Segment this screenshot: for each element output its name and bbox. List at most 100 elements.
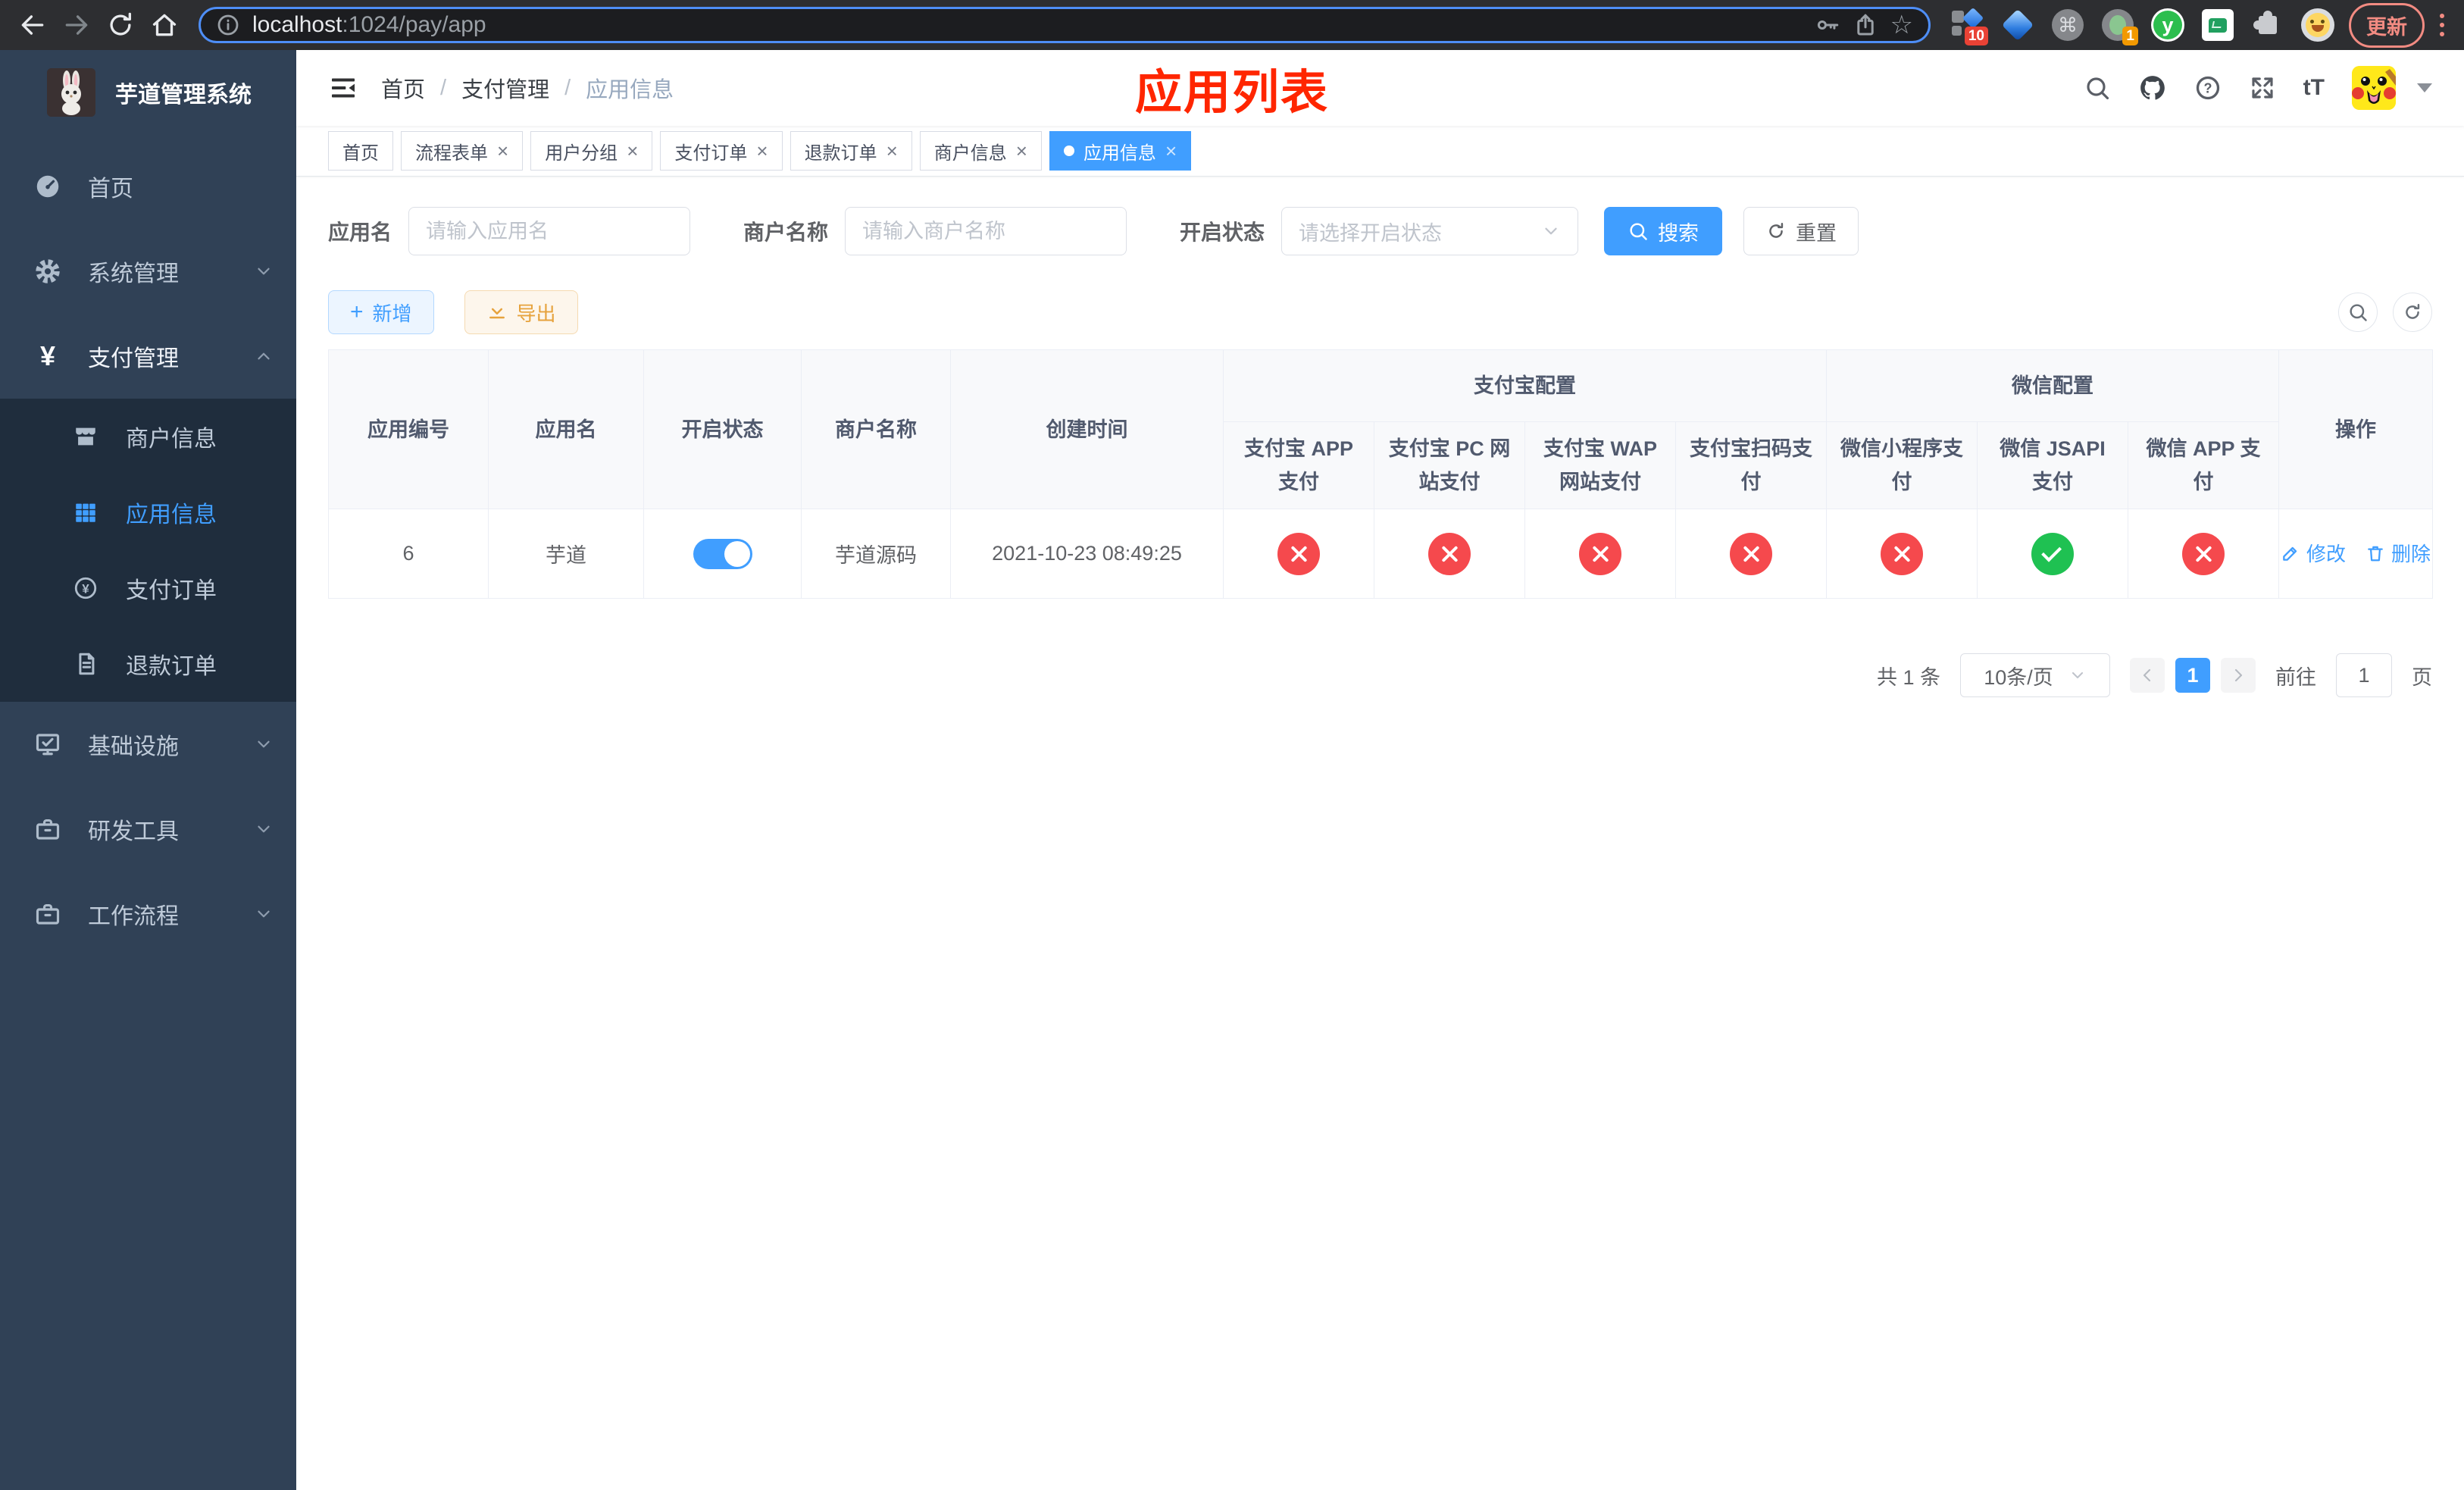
sidebar-item-devtools[interactable]: 研发工具 — [0, 787, 296, 872]
font-size-icon[interactable]: tT — [2303, 75, 2325, 101]
refresh-icon — [1769, 222, 1784, 238]
breadcrumb-payment[interactable]: 支付管理 — [461, 72, 549, 104]
search-icon — [1630, 223, 1647, 240]
close-icon[interactable]: × — [627, 141, 638, 161]
extension-avatar-icon[interactable]: 1 — [2100, 8, 2138, 45]
help-icon[interactable]: ? — [2194, 74, 2222, 102]
sidebar-item-refund-order[interactable]: 退款订单 — [0, 626, 296, 702]
search-icon[interactable] — [2084, 74, 2111, 102]
col-header-wx-app: 微信 APP 支付 — [2127, 421, 2280, 509]
cell-status — [643, 509, 802, 599]
add-button[interactable]: + 新增 — [328, 290, 434, 334]
sidebar-logo[interactable]: 芋道管理系统 — [0, 50, 296, 135]
app-table: 应用编号 应用名 开启状态 商户名称 创建时间 支付宝配置 微信配置 操作 支付… — [328, 349, 2434, 599]
sidebar-item-system[interactable]: 系统管理 — [0, 229, 296, 314]
bookmark-star-icon[interactable]: ☆ — [1890, 12, 1913, 38]
goto-label: 前往 — [2275, 665, 2316, 689]
user-avatar[interactable] — [2352, 66, 2396, 110]
address-bar[interactable]: localhost:1024/pay/app ☆ — [199, 7, 1931, 43]
sidebar-item-merchant-info[interactable]: 商户信息 — [0, 399, 296, 474]
col-header-app-name: 应用名 — [488, 349, 644, 509]
extension-chat-icon[interactable] — [2200, 8, 2235, 42]
close-icon[interactable]: × — [497, 141, 508, 161]
breadcrumb-home[interactable]: 首页 — [381, 72, 425, 104]
reset-button[interactable]: 重置 — [1743, 207, 1859, 255]
profile-avatar-icon[interactable] — [2300, 8, 2335, 42]
tag-home[interactable]: 首页 — [328, 131, 393, 171]
search-button[interactable]: 搜索 — [1604, 207, 1723, 255]
tag-merchant-info[interactable]: 商户信息 × — [919, 131, 1042, 171]
tag-refund-order[interactable]: 退款订单 × — [790, 131, 912, 171]
cell-app-name: 芋道 — [488, 509, 644, 599]
reload-icon — [110, 12, 132, 36]
site-info-icon[interactable] — [216, 13, 240, 37]
col-header-alipay-pc: 支付宝 PC 网站支付 — [1374, 421, 1525, 509]
chevron-down-icon — [254, 819, 274, 839]
export-button[interactable]: 导出 — [464, 290, 578, 334]
share-icon[interactable] — [1853, 12, 1878, 38]
status-label: 开启状态 — [1180, 221, 1265, 244]
browser-reload-button[interactable] — [100, 5, 141, 45]
refresh-icon — [2406, 303, 2420, 319]
close-icon[interactable]: × — [1165, 141, 1177, 161]
delete-link[interactable]: 删除 — [2366, 539, 2431, 567]
browser-home-button[interactable] — [144, 5, 185, 45]
sidebar-item-workflow[interactable]: 工作流程 — [0, 872, 296, 956]
close-icon[interactable]: × — [1016, 141, 1027, 161]
next-page-button[interactable] — [2221, 658, 2256, 693]
extension-y-icon[interactable]: y — [2150, 8, 2185, 42]
monitor-check-icon — [32, 731, 64, 758]
close-icon[interactable]: × — [886, 141, 898, 161]
status-toggle[interactable] — [693, 538, 752, 569]
browser-update-button[interactable]: 更新 — [2349, 2, 2425, 48]
search-icon — [2350, 304, 2367, 321]
gear-icon — [32, 258, 64, 285]
extension-grid-icon[interactable]: 10 — [1950, 7, 1988, 45]
sidebar-item-home[interactable]: 首页 — [0, 144, 296, 229]
browser-back-button[interactable] — [12, 5, 53, 45]
fullscreen-icon[interactable] — [2249, 74, 2276, 102]
sidebar: 芋道管理系统 首页 系统管理 ¥ 支付管理 商户信息 应用信息 ¥ 支付订单 退… — [0, 50, 296, 1490]
tag-process-form[interactable]: 流程表单 × — [401, 131, 524, 171]
logo-rabbit-image — [47, 68, 95, 117]
app-name-input[interactable] — [408, 207, 691, 255]
browser-forward-button[interactable] — [56, 5, 97, 45]
merchant-name-input[interactable] — [845, 207, 1127, 255]
breadcrumb: 首页 / 支付管理 / 应用信息 — [381, 72, 674, 104]
show-search-button[interactable] — [2338, 293, 2378, 332]
close-icon[interactable]: × — [756, 141, 768, 161]
edit-link[interactable]: 修改 — [2281, 539, 2346, 567]
status-select[interactable]: 请选择开启状态 — [1281, 207, 1579, 255]
extension-gem-icon[interactable] — [2000, 8, 2035, 42]
sidebar-item-infra[interactable]: 基础设施 — [0, 702, 296, 787]
extension-command-icon[interactable]: ⌘ — [2050, 8, 2085, 42]
tag-pay-order[interactable]: 支付订单 × — [660, 131, 783, 171]
password-key-icon[interactable] — [1815, 12, 1840, 38]
sidebar-item-app-info[interactable]: 应用信息 — [0, 474, 296, 550]
extension-badge: 10 — [1964, 27, 1988, 45]
extension-badge: 1 — [2122, 27, 2138, 45]
sidebar-collapse-button[interactable] — [328, 73, 358, 103]
svg-text:?: ? — [2203, 80, 2212, 95]
col-header-app-id: 应用编号 — [328, 349, 489, 509]
tag-app-info[interactable]: 应用信息 × — [1049, 131, 1192, 171]
browser-menu-icon[interactable] — [2440, 14, 2444, 36]
goto-page-input[interactable] — [2336, 653, 2392, 697]
sidebar-item-payment[interactable]: ¥ 支付管理 — [0, 314, 296, 399]
refresh-table-button[interactable] — [2393, 293, 2432, 332]
tag-user-group[interactable]: 用户分组 × — [530, 131, 653, 171]
pencil-icon — [2283, 546, 2297, 561]
prev-page-button[interactable] — [2130, 658, 2165, 693]
navbar-actions: ? tT — [2084, 66, 2432, 110]
sidebar-item-pay-order[interactable]: ¥ 支付订单 — [0, 550, 296, 626]
channel-status-icon — [1277, 532, 1320, 575]
download-icon — [489, 308, 505, 319]
page-number-current[interactable]: 1 — [2175, 658, 2210, 693]
avatar-caret-icon[interactable] — [2417, 83, 2432, 92]
chevron-right-icon — [2234, 668, 2243, 682]
yen-circle-icon: ¥ — [70, 575, 102, 601]
page-size-select[interactable]: 10条/页 — [1960, 653, 2110, 697]
github-icon[interactable] — [2138, 74, 2167, 102]
col-header-create-time: 创建时间 — [950, 349, 1224, 509]
extensions-puzzle-icon[interactable] — [2250, 8, 2285, 42]
